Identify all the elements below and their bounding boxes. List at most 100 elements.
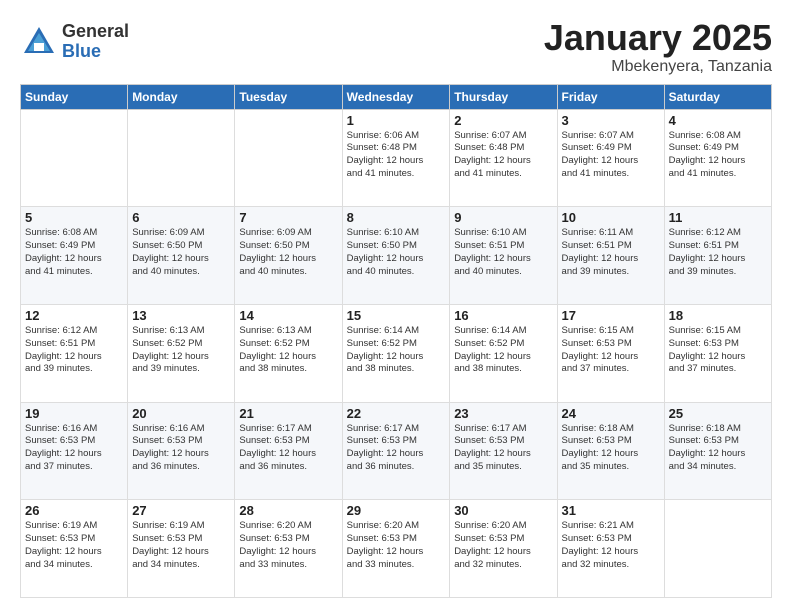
day-number: 12 [25, 308, 123, 323]
day-info: Sunrise: 6:20 AMSunset: 6:53 PMDaylight:… [454, 520, 552, 571]
day-info: Sunrise: 6:08 AMSunset: 6:49 PMDaylight:… [669, 130, 767, 181]
day-info: Sunrise: 6:08 AMSunset: 6:49 PMDaylight:… [25, 227, 123, 278]
day-cell: 1Sunrise: 6:06 AMSunset: 6:48 PMDaylight… [342, 109, 450, 207]
weekday-header-friday: Friday [557, 84, 664, 109]
day-info: Sunrise: 6:15 AMSunset: 6:53 PMDaylight:… [562, 325, 660, 376]
day-cell: 14Sunrise: 6:13 AMSunset: 6:52 PMDayligh… [235, 304, 342, 402]
day-cell: 25 Sunrise: 6:18 AMSunset: 6:53 PMDayligh… [664, 402, 771, 500]
day-number: 7 [239, 210, 337, 225]
week-row-2: 5 Sunrise: 6:08 AMSunset: 6:49 PMDaylight… [21, 207, 772, 305]
day-info: Sunrise: 6:16 AMSunset: 6:53 PMDaylight:… [132, 423, 230, 474]
calendar-header: SundayMondayTuesdayWednesdayThursdayFrid… [21, 84, 772, 109]
day-cell: 27 Sunrise: 6:19 AMSunset: 6:53 PMDayligh… [128, 500, 235, 598]
day-number: 8 [347, 210, 446, 225]
day-cell: 29Sunrise: 6:20 AMSunset: 6:53 PMDayligh… [342, 500, 450, 598]
day-cell: 5 Sunrise: 6:08 AMSunset: 6:49 PMDaylight… [21, 207, 128, 305]
day-number: 16 [454, 308, 552, 323]
day-number: 6 [132, 210, 230, 225]
logo-text: General Blue [62, 22, 129, 62]
day-number: 14 [239, 308, 337, 323]
day-number: 17 [562, 308, 660, 323]
day-cell: 4Sunrise: 6:08 AMSunset: 6:49 PMDaylight… [664, 109, 771, 207]
day-info: Sunrise: 6:13 AMSunset: 6:52 PMDaylight:… [132, 325, 230, 376]
day-cell: 12 Sunrise: 6:12 AMSunset: 6:51 PMDayligh… [21, 304, 128, 402]
day-cell: 18 Sunrise: 6:15 AMSunset: 6:53 PMDayligh… [664, 304, 771, 402]
day-info: Sunrise: 6:11 AMSunset: 6:51 PMDaylight:… [562, 227, 660, 278]
day-cell: 10 Sunrise: 6:11 AMSunset: 6:51 PMDayligh… [557, 207, 664, 305]
day-cell: 28 Sunrise: 6:20 AMSunset: 6:53 PMDayligh… [235, 500, 342, 598]
day-info: Sunrise: 6:14 AMSunset: 6:52 PMDaylight:… [347, 325, 446, 376]
day-number: 20 [132, 406, 230, 421]
day-number: 21 [239, 406, 337, 421]
calendar-table: SundayMondayTuesdayWednesdayThursdayFrid… [20, 84, 772, 598]
day-info: Sunrise: 6:09 AMSunset: 6:50 PMDaylight:… [239, 227, 337, 278]
day-info: Sunrise: 6:18 AMSunset: 6:53 PMDaylight:… [669, 423, 767, 474]
day-info: Sunrise: 6:10 AMSunset: 6:51 PMDaylight:… [454, 227, 552, 278]
day-cell: 19Sunrise: 6:16 AMSunset: 6:53 PMDayligh… [21, 402, 128, 500]
day-info: Sunrise: 6:17 AMSunset: 6:53 PMDaylight:… [347, 423, 446, 474]
day-info: Sunrise: 6:17 AMSunset: 6:53 PMDaylight:… [239, 423, 337, 474]
day-number: 27 [132, 503, 230, 518]
weekday-row: SundayMondayTuesdayWednesdayThursdayFrid… [21, 84, 772, 109]
month-title: January 2025 [544, 18, 772, 58]
week-row-4: 19Sunrise: 6:16 AMSunset: 6:53 PMDayligh… [21, 402, 772, 500]
day-info: Sunrise: 6:18 AMSunset: 6:53 PMDaylight:… [562, 423, 660, 474]
weekday-header-monday: Monday [128, 84, 235, 109]
day-cell: 30 Sunrise: 6:20 AMSunset: 6:53 PMDayligh… [450, 500, 557, 598]
day-cell: 16Sunrise: 6:14 AMSunset: 6:52 PMDayligh… [450, 304, 557, 402]
day-info: Sunrise: 6:12 AMSunset: 6:51 PMDaylight:… [669, 227, 767, 278]
weekday-header-wednesday: Wednesday [342, 84, 450, 109]
day-cell: 21 Sunrise: 6:17 AMSunset: 6:53 PMDayligh… [235, 402, 342, 500]
calendar-body: 1Sunrise: 6:06 AMSunset: 6:48 PMDaylight… [21, 109, 772, 597]
day-cell: 2Sunrise: 6:07 AMSunset: 6:48 PMDaylight… [450, 109, 557, 207]
day-number: 18 [669, 308, 767, 323]
day-number: 23 [454, 406, 552, 421]
week-row-5: 26 Sunrise: 6:19 AMSunset: 6:53 PMDayligh… [21, 500, 772, 598]
day-cell: 6 Sunrise: 6:09 AMSunset: 6:50 PMDaylight… [128, 207, 235, 305]
logo-icon [20, 23, 58, 61]
day-info: Sunrise: 6:07 AMSunset: 6:49 PMDaylight:… [562, 130, 660, 181]
day-number: 10 [562, 210, 660, 225]
day-number: 15 [347, 308, 446, 323]
day-cell: 8 Sunrise: 6:10 AMSunset: 6:50 PMDaylight… [342, 207, 450, 305]
day-number: 31 [562, 503, 660, 518]
day-info: Sunrise: 6:20 AMSunset: 6:53 PMDaylight:… [239, 520, 337, 571]
day-number: 25 [669, 406, 767, 421]
day-info: Sunrise: 6:15 AMSunset: 6:53 PMDaylight:… [669, 325, 767, 376]
weekday-header-tuesday: Tuesday [235, 84, 342, 109]
day-cell [128, 109, 235, 207]
week-row-1: 1Sunrise: 6:06 AMSunset: 6:48 PMDaylight… [21, 109, 772, 207]
day-cell: 11 Sunrise: 6:12 AMSunset: 6:51 PMDayligh… [664, 207, 771, 305]
day-number: 30 [454, 503, 552, 518]
day-info: Sunrise: 6:21 AMSunset: 6:53 PMDaylight:… [562, 520, 660, 571]
day-number: 22 [347, 406, 446, 421]
day-info: Sunrise: 6:09 AMSunset: 6:50 PMDaylight:… [132, 227, 230, 278]
day-number: 11 [669, 210, 767, 225]
week-row-3: 12 Sunrise: 6:12 AMSunset: 6:51 PMDayligh… [21, 304, 772, 402]
day-info: Sunrise: 6:07 AMSunset: 6:48 PMDaylight:… [454, 130, 552, 181]
day-number: 29 [347, 503, 446, 518]
header-right: January 2025 Mbekenyera, Tanzania [544, 18, 772, 76]
day-cell: 9 Sunrise: 6:10 AMSunset: 6:51 PMDaylight… [450, 207, 557, 305]
day-cell [21, 109, 128, 207]
day-info: Sunrise: 6:19 AMSunset: 6:53 PMDaylight:… [25, 520, 123, 571]
day-cell: 26 Sunrise: 6:19 AMSunset: 6:53 PMDayligh… [21, 500, 128, 598]
day-info: Sunrise: 6:12 AMSunset: 6:51 PMDaylight:… [25, 325, 123, 376]
weekday-header-sunday: Sunday [21, 84, 128, 109]
day-number: 28 [239, 503, 337, 518]
day-info: Sunrise: 6:10 AMSunset: 6:50 PMDaylight:… [347, 227, 446, 278]
day-number: 26 [25, 503, 123, 518]
day-number: 5 [25, 210, 123, 225]
day-number: 3 [562, 113, 660, 128]
day-info: Sunrise: 6:19 AMSunset: 6:53 PMDaylight:… [132, 520, 230, 571]
weekday-header-saturday: Saturday [664, 84, 771, 109]
day-cell [664, 500, 771, 598]
day-cell: 3 Sunrise: 6:07 AMSunset: 6:49 PMDaylight… [557, 109, 664, 207]
day-cell: 23Sunrise: 6:17 AMSunset: 6:53 PMDayligh… [450, 402, 557, 500]
day-number: 1 [347, 113, 446, 128]
page: General Blue January 2025 Mbekenyera, Ta… [0, 0, 792, 612]
weekday-header-thursday: Thursday [450, 84, 557, 109]
day-cell [235, 109, 342, 207]
day-cell: 22 Sunrise: 6:17 AMSunset: 6:53 PMDayligh… [342, 402, 450, 500]
day-number: 9 [454, 210, 552, 225]
